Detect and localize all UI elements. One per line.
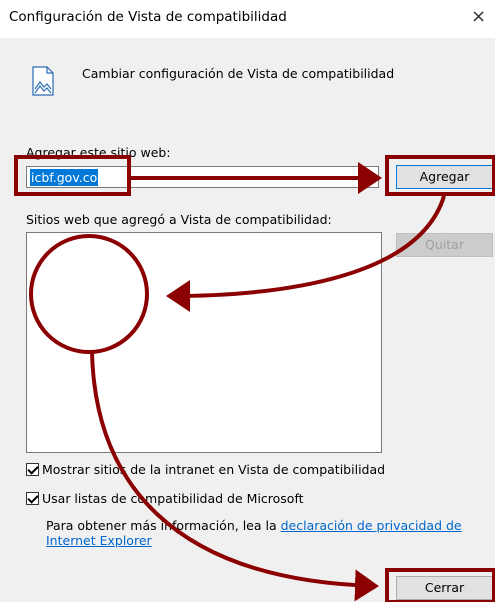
ms-lists-option-label: Usar listas de compatibilidad de Microso…	[42, 491, 304, 506]
ms-lists-option[interactable]: Usar listas de compatibilidad de Microso…	[26, 491, 304, 506]
add-button[interactable]: Agregar	[396, 165, 493, 189]
header-text: Cambiar configuración de Vista de compat…	[82, 66, 395, 81]
close-icon[interactable]: ×	[471, 6, 486, 27]
remove-button[interactable]: Quitar	[396, 233, 493, 257]
site-url-input[interactable]: icbf.gov.co	[26, 166, 379, 188]
site-url-value: icbf.gov.co	[30, 169, 99, 186]
close-button[interactable]: Cerrar	[396, 576, 493, 600]
intranet-option-label: Mostrar sitios de la intranet en Vista d…	[42, 462, 386, 477]
privacy-info: Para obtener más información, lea la dec…	[46, 518, 476, 548]
title-bar: Configuración de Vista de compatibilidad…	[0, 0, 495, 38]
intranet-option[interactable]: Mostrar sitios de la intranet en Vista d…	[26, 462, 385, 477]
compatibility-page-icon	[32, 66, 54, 96]
window-title: Configuración de Vista de compatibilidad	[9, 9, 287, 25]
intranet-checkbox[interactable]	[26, 463, 39, 476]
add-site-label: Agregar este sitio web:	[26, 145, 171, 160]
privacy-info-text: Para obtener más información, lea la	[46, 518, 281, 533]
site-list[interactable]	[26, 232, 382, 453]
ms-lists-checkbox[interactable]	[26, 492, 39, 505]
site-list-label: Sitios web que agregó a Vista de compati…	[26, 212, 332, 227]
